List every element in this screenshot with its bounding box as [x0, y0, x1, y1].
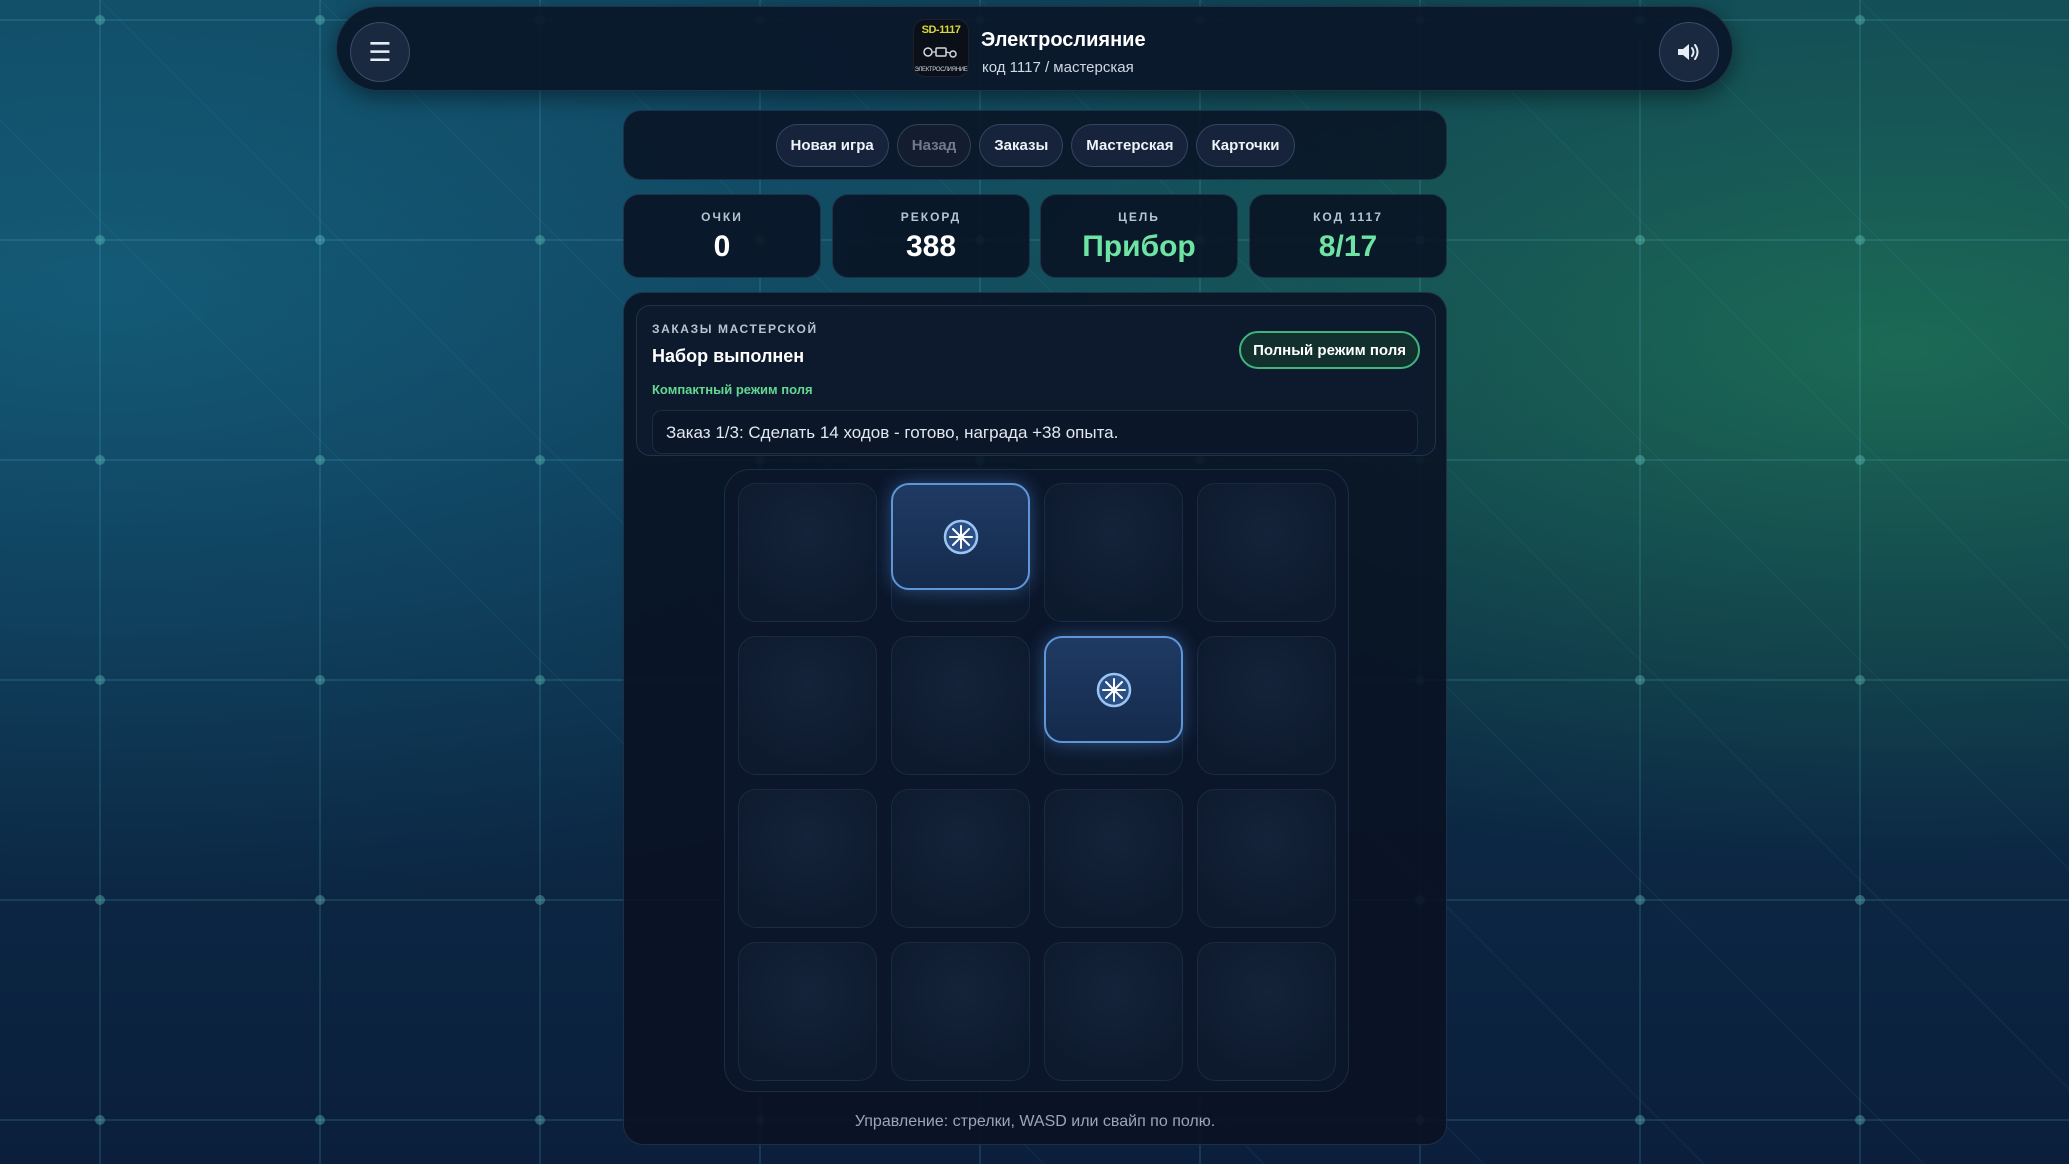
board-cell — [1044, 789, 1183, 928]
circuit-icon — [923, 46, 957, 58]
cards-button[interactable]: Карточки — [1196, 123, 1295, 167]
code-label: КОД 1117 — [1313, 210, 1383, 224]
hamburger-menu-icon: ☰ — [368, 36, 392, 67]
top-bar: ☰ SD-1117 ЭЛЕКТРОСЛИЯНИЕ Электрослияние … — [336, 6, 1733, 91]
main-panel: ЗАКАЗЫ МАСТЕРСКОЙ Набор выполнен Компакт… — [623, 292, 1447, 1145]
board-cell — [1197, 636, 1336, 775]
menu-button[interactable]: ☰ — [350, 22, 410, 82]
board-cell — [891, 942, 1030, 1081]
score-value: 0 — [713, 230, 731, 263]
logo-code: SD-1117 — [921, 24, 961, 36]
board-cell — [1044, 942, 1183, 1081]
board-tile[interactable] — [1044, 636, 1183, 743]
board-cell — [738, 483, 877, 622]
board-cell — [738, 942, 877, 1081]
speaker-icon — [1678, 44, 1699, 60]
board-cell — [1197, 483, 1336, 622]
board-cell — [891, 636, 1030, 775]
board-cell — [1197, 789, 1336, 928]
full-mode-button[interactable]: Полный режим поля — [1239, 331, 1420, 369]
app-subtitle: код 1117 / мастерская — [982, 59, 1134, 76]
board-cell — [1197, 942, 1336, 1081]
score-label: ОЧКИ — [701, 210, 743, 224]
workshop-orders-card: ЗАКАЗЫ МАСТЕРСКОЙ Набор выполнен Компакт… — [636, 305, 1436, 456]
board-cell — [738, 789, 877, 928]
workshop-button[interactable]: Мастерская — [1071, 123, 1189, 167]
sound-button[interactable] — [1659, 22, 1719, 82]
board-cell — [738, 636, 877, 775]
board-cell — [891, 789, 1030, 928]
app-logo: SD-1117 ЭЛЕКТРОСЛИЯНИЕ — [913, 19, 969, 77]
app-title: Электрослияние — [981, 29, 1146, 51]
spark-icon — [1096, 672, 1131, 707]
logo-word: ЭЛЕКТРОСЛИЯНИЕ — [914, 67, 968, 73]
record-label: РЕКОРД — [900, 210, 962, 224]
orders-eyebrow: ЗАКАЗЫ МАСТЕРСКОЙ — [652, 322, 818, 336]
board-cell — [1044, 483, 1183, 622]
code-value: 8/17 — [1318, 230, 1378, 263]
goal-value: Прибор — [1082, 230, 1196, 263]
orders-button[interactable]: Заказы — [979, 123, 1064, 167]
score-stat: ОЧКИ 0 — [623, 194, 821, 278]
board-tile[interactable] — [891, 483, 1030, 590]
orders-title: Набор выполнен — [652, 346, 805, 366]
back-button[interactable]: Назад — [896, 123, 972, 167]
controls-hint: Управление: стрелки, WASD или свайп по п… — [854, 1113, 1216, 1130]
nav-panel: Новая игра Назад Заказы Мастерская Карто… — [623, 110, 1447, 180]
game-board[interactable] — [724, 469, 1349, 1092]
goal-label: ЦЕЛЬ — [1118, 210, 1160, 224]
new-game-button[interactable]: Новая игра — [775, 123, 889, 167]
record-value: 388 — [905, 230, 957, 263]
compact-mode-label: Компактный режим поля — [652, 382, 813, 397]
order-status-line: Заказ 1/3: Сделать 14 ходов - готово, на… — [652, 410, 1418, 454]
goal-stat: ЦЕЛЬ Прибор — [1040, 194, 1238, 278]
record-stat: РЕКОРД 388 — [832, 194, 1030, 278]
spark-icon — [943, 519, 978, 554]
code-stat: КОД 1117 8/17 — [1249, 194, 1447, 278]
